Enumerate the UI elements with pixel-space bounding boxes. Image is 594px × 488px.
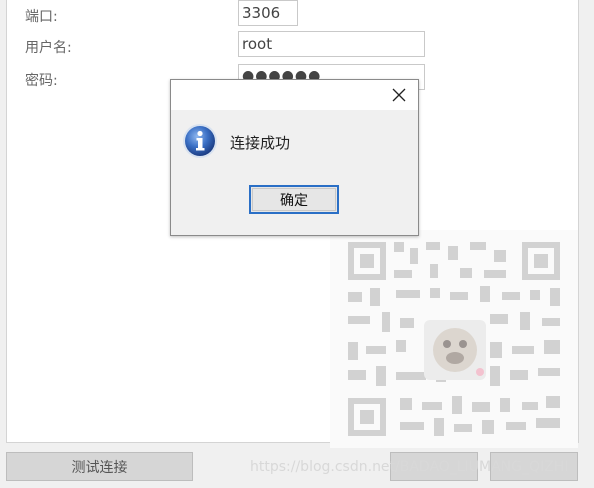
- password-label: 密码:: [25, 73, 58, 89]
- username-label: 用户名:: [25, 40, 72, 56]
- dialog-titlebar: [171, 80, 418, 110]
- close-button[interactable]: [388, 84, 410, 106]
- dialog-body: 连接成功 确定: [171, 110, 418, 235]
- info-icon: [183, 124, 217, 158]
- port-label: 端口:: [25, 9, 58, 25]
- test-connection-button[interactable]: 测试连接: [6, 452, 193, 481]
- username-input[interactable]: root: [238, 31, 425, 57]
- close-icon: [392, 88, 406, 102]
- dialog-message: 连接成功: [230, 134, 291, 152]
- ok-button[interactable]: 确定: [249, 185, 339, 214]
- url-watermark: https://blog.csdn.net/BADAO_LIUMANG_QIZH…: [250, 459, 569, 475]
- qr-code-watermark: [330, 230, 578, 448]
- port-input[interactable]: 3306: [238, 0, 298, 26]
- qr-code-graphic: [348, 242, 560, 436]
- message-dialog: 连接成功 确定: [170, 79, 419, 236]
